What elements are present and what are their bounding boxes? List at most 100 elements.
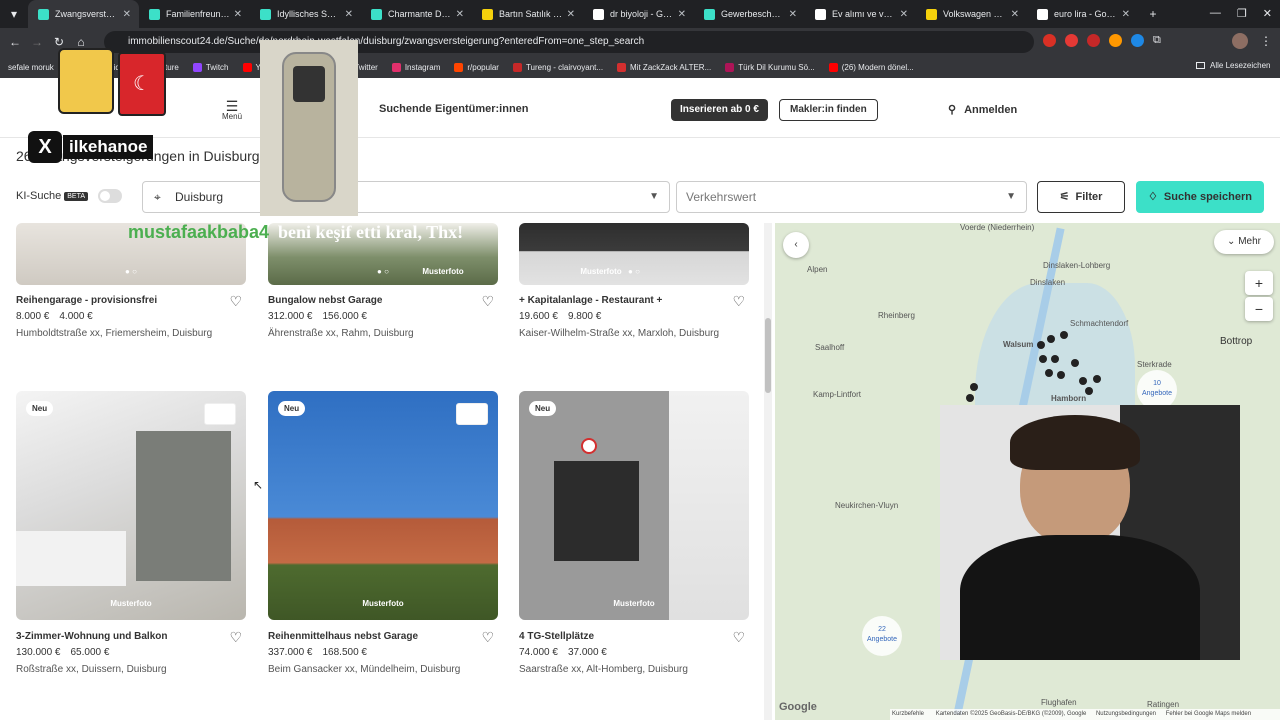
extension-icon[interactable] [1087,34,1100,47]
map-pin[interactable] [1045,369,1053,377]
tab-close-icon[interactable]: ✕ [123,9,131,20]
profile-avatar[interactable] [1232,33,1248,49]
home-icon[interactable]: ⌂ [70,35,92,49]
menu-button[interactable]: ☰ Menü [222,99,242,121]
terms-link[interactable]: Nutzungsbedingungen [1096,711,1156,717]
map-pin[interactable] [1047,335,1055,343]
map-pin[interactable] [1051,355,1059,363]
browser-tab[interactable]: Ev alımı ve vergile ✕ [805,0,916,28]
heart-icon[interactable]: ♡ [732,293,745,310]
browser-tab[interactable]: Volkswagen Cadd ✕ [916,0,1027,28]
listing-title[interactable]: 3-Zimmer-Wohnung und Balkon [16,631,167,642]
browser-tab[interactable]: Familienfreundliche ✕ [139,0,250,28]
bookmark-item[interactable]: Mit ZackZack ALTER... [617,62,711,72]
map-pin[interactable] [1085,387,1093,395]
save-search-button[interactable]: ♢ Suche speichern [1136,181,1264,213]
tab-close-icon[interactable]: ✕ [234,9,242,20]
listing-title[interactable]: 4 TG-Stellplätze [519,631,594,642]
listing-title[interactable]: Bungalow nebst Garage [268,295,382,306]
report-error-link[interactable]: Fehler bei Google Maps melden [1166,711,1251,717]
tab-close-icon[interactable]: ✕ [1122,9,1130,20]
tab-close-icon[interactable]: ✕ [1011,9,1019,20]
tab-close-icon[interactable]: ✕ [567,9,575,20]
map-pin[interactable] [1079,377,1087,385]
browser-tab[interactable]: Idyllisches Sanier ✕ [250,0,361,28]
ki-search-toggle[interactable] [98,189,122,203]
bookmark-item[interactable]: (26) Modern dönel... [828,62,914,72]
heart-icon[interactable]: ♡ [481,629,494,646]
heart-icon[interactable]: ♡ [481,293,494,310]
more-menu-icon[interactable]: ⋮ [1260,34,1272,48]
forward-icon[interactable]: → [26,35,48,49]
map-back-button[interactable]: ‹ [783,232,809,258]
results-scrollbar[interactable] [764,223,772,720]
listing-card[interactable]: Neu Musterfoto 4 TG-Stellplätze ♡ 74.000… [519,391,749,676]
tab-close-icon[interactable]: ✕ [345,9,353,20]
browser-tab[interactable]: Bartın Satılık Villa ✕ [472,0,583,28]
extension-icon[interactable] [1065,34,1078,47]
map-pin[interactable] [1071,359,1079,367]
extension-icon[interactable] [1043,34,1056,47]
login-link[interactable]: ⚲ Anmelden [948,103,1017,116]
tab-search-button[interactable]: ▾ [0,7,28,21]
browser-tab[interactable]: Zwangsversteigerung ✕ [28,0,139,28]
value-select[interactable]: Verkehrswert ▼ [676,181,1027,213]
listing-photo[interactable] [268,391,498,620]
browser-tab[interactable]: euro lira - Google ✕ [1027,0,1138,28]
restore-icon[interactable]: ❐ [1237,7,1247,20]
heart-icon[interactable]: ♡ [229,629,242,646]
listing-photo[interactable] [16,391,246,620]
minimize-icon[interactable]: — [1210,7,1221,20]
browser-tab[interactable]: Charmante Dopp ✕ [361,0,472,28]
extensions-puzzle-icon[interactable]: ⧉ [1153,34,1161,47]
bookmark-item[interactable]: Instagram [391,62,440,72]
map-pin[interactable] [970,383,978,391]
map-cluster[interactable]: 10 Angebote [1137,370,1177,410]
listing-title[interactable]: + Kapitalanlage - Restaurant + [519,295,662,306]
map-pin[interactable] [1060,331,1068,339]
tab-close-icon[interactable]: ✕ [789,9,797,20]
tab-close-icon[interactable]: ✕ [900,9,908,20]
bookmark-item[interactable]: sefale moruk [8,63,54,72]
location-field[interactable]: ⌖ Duisburg ▼ [142,181,670,213]
heart-icon[interactable]: ♡ [229,293,242,310]
map-cluster[interactable]: 22 Angebote [862,616,902,656]
reload-icon[interactable]: ↻ [48,35,70,49]
heart-icon[interactable]: ♡ [732,629,745,646]
shortcuts-link[interactable]: Kurzbefehle [892,711,924,717]
listing-card[interactable]: Neu Musterfoto 3-Zimmer-Wohnung und Balk… [16,391,246,676]
bookmark-item[interactable]: Tureng - clairvoyant... [512,62,603,72]
all-bookmarks[interactable]: Alle Lesezeichen [1196,61,1270,70]
map-pin[interactable] [1093,375,1101,383]
filter-button[interactable]: ⚟ Filter [1037,181,1125,213]
bookmark-item[interactable]: Türk Dil Kurumu Sö... [725,62,815,72]
zoom-out-button[interactable]: − [1245,297,1273,321]
close-window-icon[interactable]: ✕ [1263,7,1272,20]
listing-title[interactable]: Reihenmittelhaus nebst Garage [268,631,418,642]
nav-suchende[interactable]: Suchende [379,103,432,115]
map-pin[interactable] [1039,355,1047,363]
scroll-thumb[interactable] [765,318,771,393]
new-tab-button[interactable]: + [1142,7,1164,21]
map-pin[interactable] [966,394,974,402]
tab-close-icon[interactable]: ✕ [678,9,686,20]
extension-icon[interactable] [1109,34,1122,47]
browser-tab[interactable]: Gewerbeschein e ✕ [694,0,805,28]
listing-title[interactable]: Reihengarage - provisionsfrei [16,295,157,306]
bookmark-item[interactable]: Twitch [192,62,229,72]
map-more-button[interactable]: ⌄ Mehr [1214,230,1274,254]
back-icon[interactable]: ← [4,35,26,49]
bookmark-item[interactable]: r/popular [454,62,499,72]
nav-eigentuemer[interactable]: Eigentümer:innen [435,103,529,115]
insert-button[interactable]: Inserieren ab 0 € [671,99,768,121]
url-field[interactable]: immobilienscout24.de/Suche/de/nordrhein-… [104,31,1034,53]
listing-photo[interactable] [519,391,749,620]
map-pin[interactable] [1057,371,1065,379]
map-pin[interactable] [1037,341,1045,349]
listing-card[interactable]: Musterfoto ● ○ + Kapitalanlage - Restaur… [519,223,749,343]
extension-icon[interactable] [1131,34,1144,47]
listing-card[interactable]: Neu Musterfoto Reihenmittelhaus nebst Ga… [268,391,498,676]
tab-close-icon[interactable]: ✕ [456,9,464,20]
find-agent-button[interactable]: Makler:in finden [779,99,878,121]
zoom-in-button[interactable]: + [1245,271,1273,295]
